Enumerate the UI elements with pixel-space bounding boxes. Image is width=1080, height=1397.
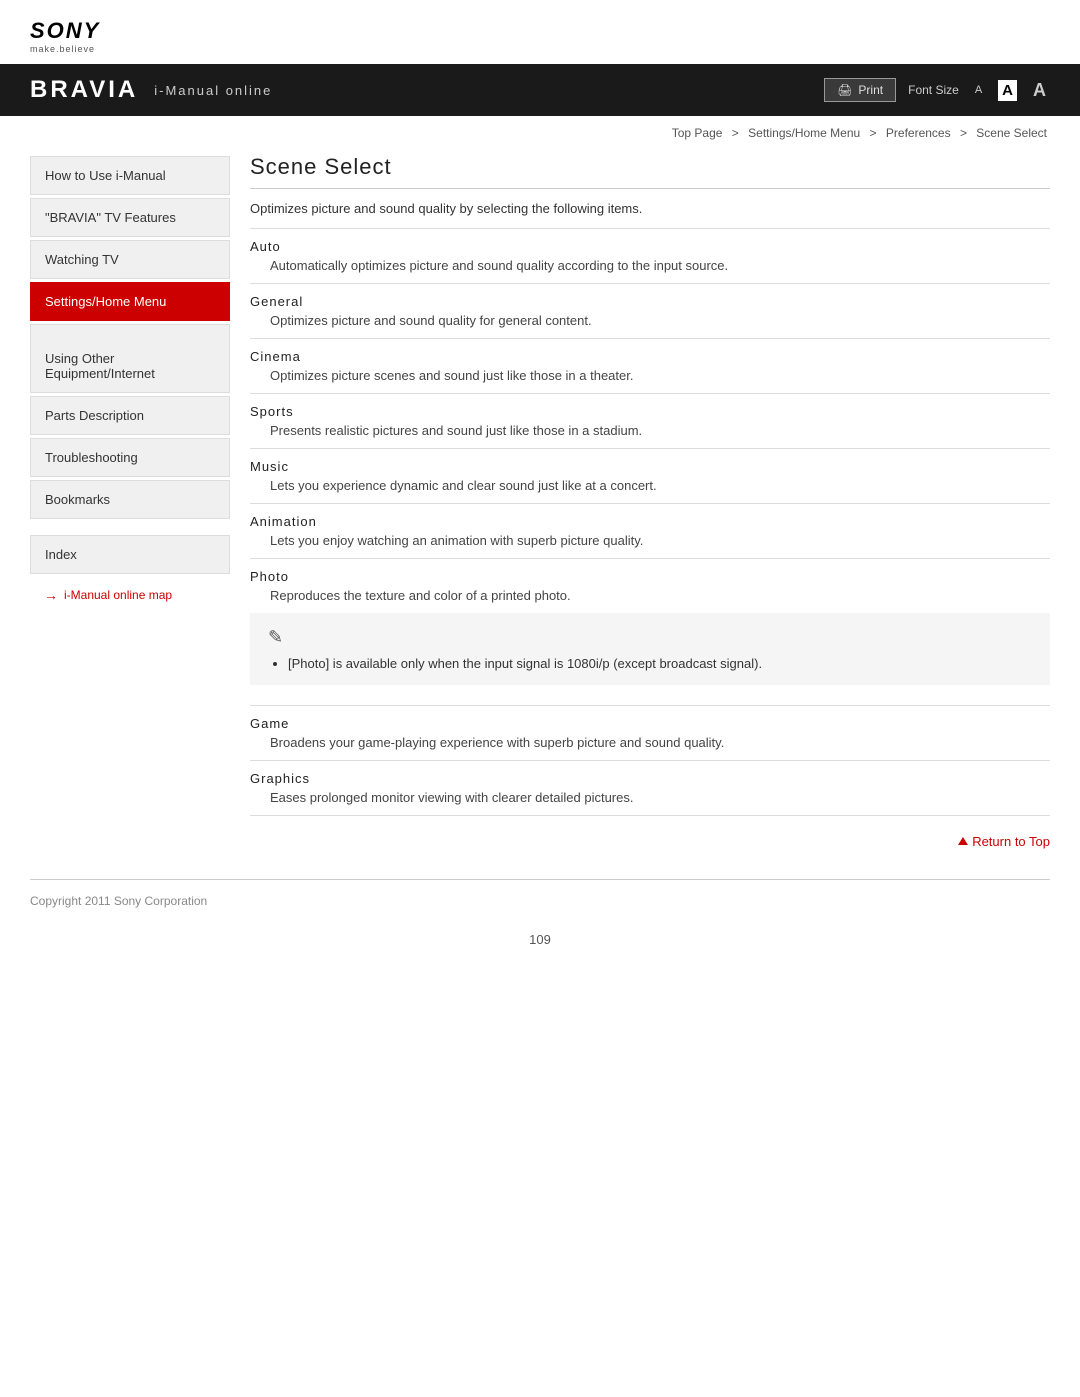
sidebar-item-settings-home[interactable]: Settings/Home Menu (30, 282, 230, 321)
breadcrumb-sep1: > (732, 126, 742, 140)
scene-term-photo: Photo (250, 569, 1050, 584)
footer: Copyright 2011 Sony Corporation (0, 880, 1080, 922)
scene-item-graphics: Graphics Eases prolonged monitor viewing… (250, 761, 1050, 816)
scene-item-sports: Sports Presents realistic pictures and s… (250, 394, 1050, 449)
sidebar-item-bravia-tv[interactable]: "BRAVIA" TV Features (30, 198, 230, 237)
breadcrumb: Top Page > Settings/Home Menu > Preferen… (0, 116, 1080, 146)
bravia-logo-text: BRAVIA (30, 76, 138, 104)
font-size-medium-button[interactable]: A (998, 80, 1017, 101)
bravia-subtitle: i-Manual online (154, 83, 272, 98)
scene-desc-game: Broadens your game-playing experience wi… (250, 735, 1050, 750)
scene-item-general: General Optimizes picture and sound qual… (250, 284, 1050, 339)
bravia-right: 🖨 Print Font Size A A A (824, 78, 1050, 103)
sidebar-item-bookmarks[interactable]: Bookmarks (30, 480, 230, 519)
page-number: 109 (0, 922, 1080, 967)
sidebar-item-using-other[interactable]: Using Other Equipment/Internet (30, 324, 230, 393)
sony-logo-text: SONY (30, 18, 100, 44)
sidebar: How to Use i-Manual "BRAVIA" TV Features… (0, 146, 230, 879)
scene-desc-animation: Lets you enjoy watching an animation wit… (250, 533, 1050, 548)
logo-bar: SONY make.believe (0, 0, 1080, 64)
scene-item-music: Music Lets you experience dynamic and cl… (250, 449, 1050, 504)
print-button[interactable]: 🖨 Print (824, 78, 896, 102)
return-to-top-link[interactable]: Return to Top (958, 834, 1050, 849)
sony-logo: SONY make.believe (30, 18, 1050, 54)
page-title: Scene Select (250, 154, 1050, 189)
sidebar-item-watching-tv[interactable]: Watching TV (30, 240, 230, 279)
scene-term-graphics: Graphics (250, 771, 1050, 786)
scene-term-auto: Auto (250, 239, 1050, 254)
scene-term-sports: Sports (250, 404, 1050, 419)
bravia-banner: BRAVIA i-Manual online 🖨 Print Font Size… (0, 64, 1080, 116)
arrow-right-icon: → (44, 587, 58, 603)
print-label: Print (858, 83, 883, 97)
scene-item-auto: Auto Automatically optimizes picture and… (250, 229, 1050, 284)
note-pencil-icon: ✎ (268, 627, 1032, 648)
copyright-text: Copyright 2011 Sony Corporation (30, 894, 207, 908)
scene-desc-cinema: Optimizes picture scenes and sound just … (250, 368, 1050, 383)
sidebar-item-how-to-use[interactable]: How to Use i-Manual (30, 156, 230, 195)
breadcrumb-preferences[interactable]: Preferences (886, 126, 951, 140)
return-to-top-bar: Return to Top (250, 816, 1050, 859)
note-item: [Photo] is available only when the input… (288, 656, 1032, 671)
scene-term-music: Music (250, 459, 1050, 474)
sidebar-item-index[interactable]: Index (30, 535, 230, 574)
print-icon: 🖨 (837, 83, 852, 97)
breadcrumb-current: Scene Select (976, 126, 1047, 140)
scene-desc-graphics: Eases prolonged monitor viewing with cle… (250, 790, 1050, 805)
scene-item-animation: Animation Lets you enjoy watching an ani… (250, 504, 1050, 559)
breadcrumb-settings[interactable]: Settings/Home Menu (748, 126, 860, 140)
scene-desc-photo: Reproduces the texture and color of a pr… (250, 588, 1050, 603)
page-intro: Optimizes picture and sound quality by s… (250, 201, 1050, 229)
scene-desc-music: Lets you experience dynamic and clear so… (250, 478, 1050, 493)
font-size-large-button[interactable]: A (1029, 78, 1050, 103)
sidebar-map-link[interactable]: → i-Manual online map (30, 577, 230, 603)
font-size-label: Font Size (908, 83, 959, 97)
sidebar-item-troubleshooting[interactable]: Troubleshooting (30, 438, 230, 477)
breadcrumb-sep3: > (960, 126, 970, 140)
scene-term-general: General (250, 294, 1050, 309)
scene-item-game: Game Broadens your game-playing experien… (250, 706, 1050, 761)
note-list: [Photo] is available only when the input… (268, 656, 1032, 671)
scene-term-animation: Animation (250, 514, 1050, 529)
main-layout: How to Use i-Manual "BRAVIA" TV Features… (0, 146, 1080, 879)
scene-desc-general: Optimizes picture and sound quality for … (250, 313, 1050, 328)
scene-item-photo: Photo Reproduces the texture and color o… (250, 559, 1050, 706)
breadcrumb-sep2: > (870, 126, 880, 140)
font-size-small-button[interactable]: A (971, 82, 986, 98)
scene-term-game: Game (250, 716, 1050, 731)
sidebar-item-parts-desc[interactable]: Parts Description (30, 396, 230, 435)
scene-desc-auto: Automatically optimizes picture and soun… (250, 258, 1050, 273)
triangle-up-icon (958, 837, 968, 845)
bravia-left: BRAVIA i-Manual online (30, 76, 272, 104)
breadcrumb-top-page[interactable]: Top Page (672, 126, 723, 140)
scene-item-cinema: Cinema Optimizes picture scenes and soun… (250, 339, 1050, 394)
note-box: ✎ [Photo] is available only when the inp… (250, 613, 1050, 685)
content-area: Scene Select Optimizes picture and sound… (230, 146, 1080, 879)
sony-tagline: make.believe (30, 44, 95, 54)
scene-desc-sports: Presents realistic pictures and sound ju… (250, 423, 1050, 438)
scene-term-cinema: Cinema (250, 349, 1050, 364)
